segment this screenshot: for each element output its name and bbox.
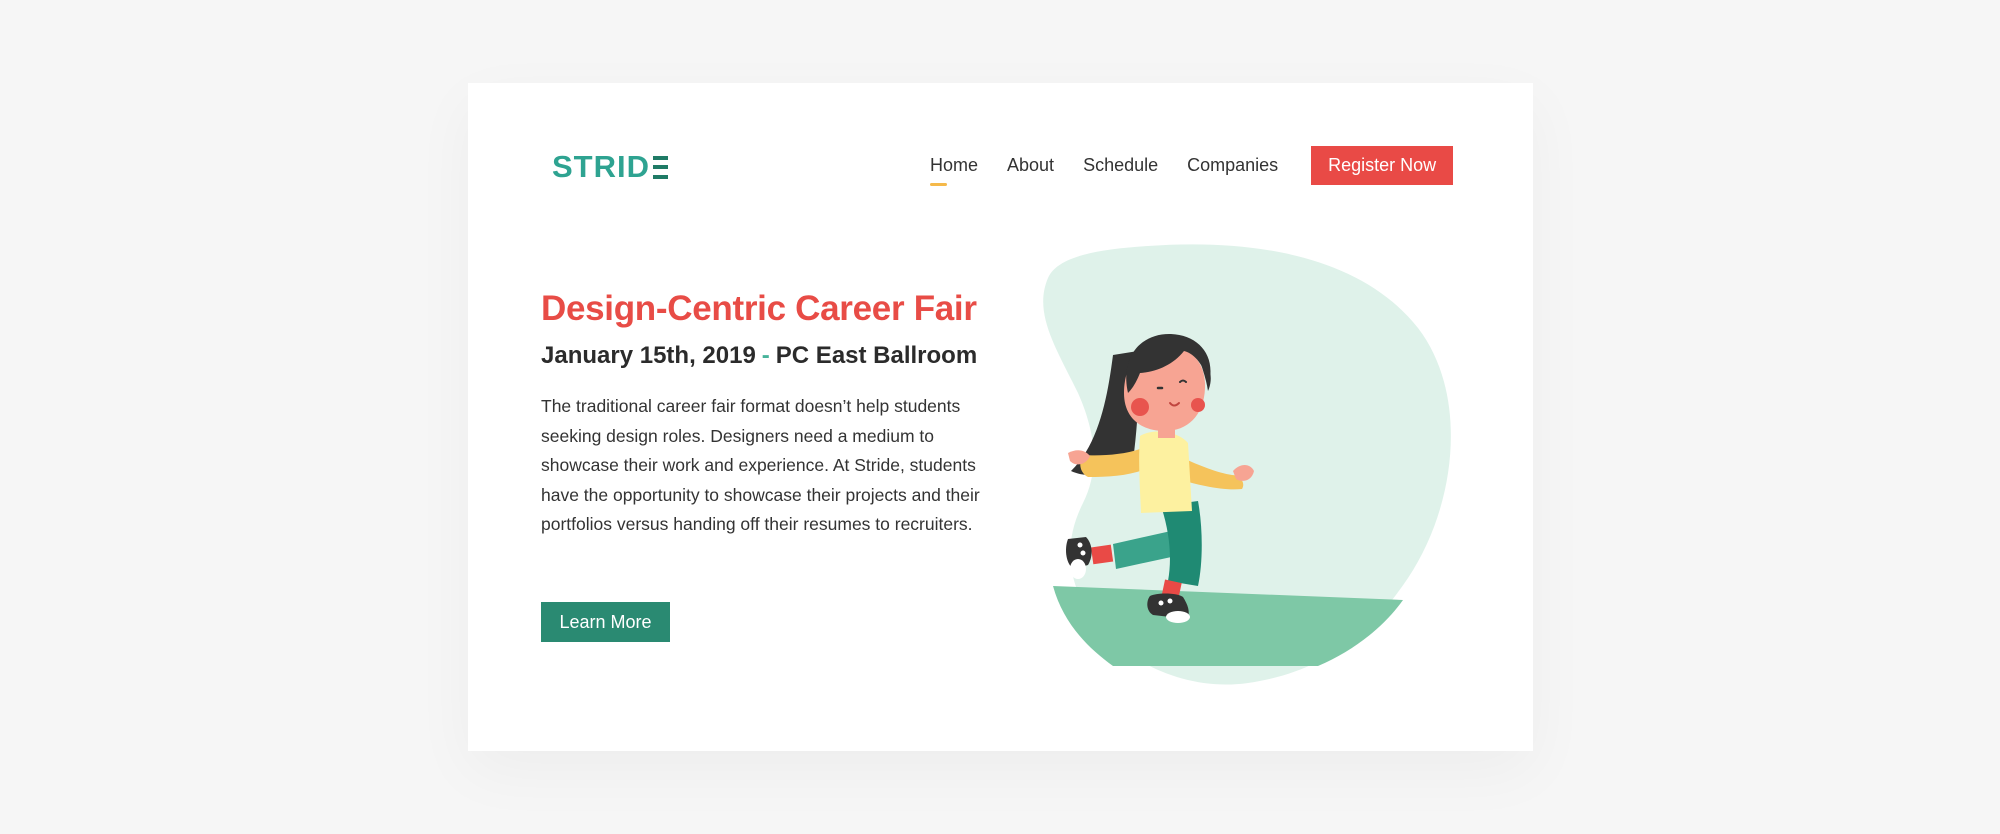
logo-e-mark-icon (653, 155, 668, 179)
hero-description: The traditional career fair format doesn… (541, 396, 980, 534)
event-subtitle: January 15th, 2019- PC East Ballroom (541, 342, 977, 370)
nav-item-about[interactable]: About (1007, 151, 1054, 180)
ground-shape (1053, 586, 1403, 666)
back-shoe-dot (1080, 550, 1086, 556)
event-location: PC East Ballroom (775, 342, 978, 369)
subtitle-separator: - (761, 342, 770, 369)
nav-item-companies[interactable]: Companies (1187, 151, 1278, 180)
back-shoe-dot (1077, 542, 1083, 548)
register-now-button[interactable]: Register Now (1311, 146, 1454, 185)
back-sock (1090, 544, 1114, 565)
event-date: January 15th, 2019 (541, 342, 756, 369)
front-shoe-sole (1166, 611, 1190, 623)
running-girl-illustration (1043, 244, 1451, 685)
main-nav: Home About Schedule Companies Register N… (930, 146, 1454, 186)
nav-item-schedule[interactable]: Schedule (1083, 151, 1158, 180)
hero-card: STRID Home About Schedule Companies Regi… (468, 83, 1533, 751)
front-shoe-dot (1158, 600, 1164, 606)
right-cheek (1191, 398, 1205, 412)
back-shoe-sole (1070, 559, 1086, 579)
front-shoe-dot (1167, 598, 1173, 604)
nav-item-home[interactable]: Home (930, 151, 978, 186)
learn-more-button[interactable]: Learn More (541, 602, 670, 642)
logo-text: STRID (552, 149, 650, 184)
left-cheek (1131, 398, 1149, 416)
stride-logo[interactable]: STRID (552, 149, 668, 185)
page-title: Design-Centric Career Fair (541, 289, 977, 328)
shirt (1139, 431, 1192, 513)
